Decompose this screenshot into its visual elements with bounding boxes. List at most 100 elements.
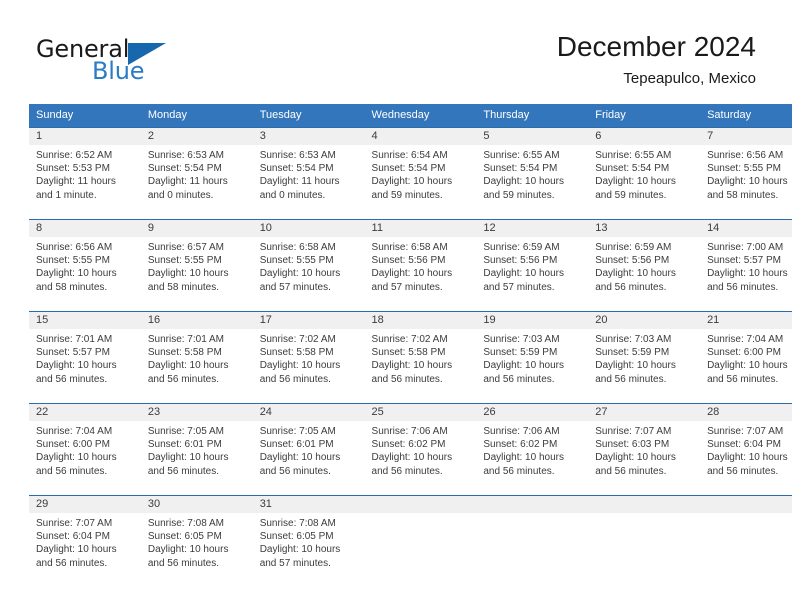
daylight-text-line1: Daylight: 10 hours: [259, 268, 341, 280]
day-details: Sunrise: 6:59 AM Sunset: 5:56 PM Dayligh…: [588, 237, 700, 294]
sunset-text: Sunset: 5:54 PM: [483, 163, 558, 175]
day-cell[interactable]: 6 Sunrise: 6:55 AM Sunset: 5:54 PM Dayli…: [588, 127, 701, 220]
day-details: Sunrise: 7:07 AM Sunset: 6:04 PM Dayligh…: [700, 421, 792, 478]
daylight-text-line2: and 56 minutes.: [595, 373, 667, 385]
day-number: [364, 496, 477, 513]
day-cell[interactable]: 23 Sunrise: 7:05 AM Sunset: 6:01 PM Dayl…: [140, 403, 253, 496]
week-row: 8 Sunrise: 6:56 AM Sunset: 5:55 PM Dayli…: [29, 219, 792, 312]
sunset-text: Sunset: 5:59 PM: [483, 347, 558, 359]
sunrise-text: Sunrise: 6:55 AM: [595, 150, 672, 161]
day-cell[interactable]: 1 Sunrise: 6:52 AM Sunset: 5:53 PM Dayli…: [29, 127, 141, 220]
day-cell[interactable]: 27 Sunrise: 7:07 AM Sunset: 6:03 PM Dayl…: [588, 403, 701, 496]
day-details: Sunrise: 7:03 AM Sunset: 5:59 PM Dayligh…: [588, 329, 700, 386]
sunrise-text: Sunrise: 6:52 AM: [36, 150, 113, 161]
daylight-text-line1: Daylight: 10 hours: [707, 360, 788, 372]
day-cell[interactable]: 8 Sunrise: 6:56 AM Sunset: 5:55 PM Dayli…: [29, 219, 141, 312]
sunset-text: Sunset: 5:57 PM: [707, 255, 781, 267]
weekday-header-friday: Friday: [588, 104, 701, 128]
sunrise-text: Sunrise: 7:06 AM: [483, 426, 560, 437]
sunset-text: Sunset: 6:02 PM: [371, 439, 446, 451]
sunset-text: Sunset: 6:01 PM: [147, 439, 222, 451]
day-number: 4: [364, 128, 477, 145]
daylight-text-line1: Daylight: 10 hours: [147, 452, 229, 464]
day-number: 26: [476, 404, 589, 421]
day-details: [365, 513, 477, 517]
daylight-text-line1: Daylight: 10 hours: [259, 544, 341, 556]
sunrise-text: Sunrise: 6:54 AM: [371, 150, 448, 161]
day-cell[interactable]: 13 Sunrise: 6:59 AM Sunset: 5:56 PM Dayl…: [588, 219, 701, 312]
day-cell[interactable]: 26 Sunrise: 7:06 AM Sunset: 6:02 PM Dayl…: [476, 403, 589, 496]
sunrise-text: Sunrise: 7:08 AM: [147, 518, 224, 529]
sunrise-text: Sunrise: 7:02 AM: [259, 334, 336, 345]
sunrise-text: Sunrise: 6:57 AM: [147, 242, 224, 253]
daylight-text-line2: and 56 minutes.: [707, 373, 779, 385]
day-cell-empty: [476, 495, 589, 587]
daylight-text-line2: and 0 minutes.: [259, 189, 326, 201]
day-cell-empty: [588, 495, 701, 587]
daylight-text-line2: and 56 minutes.: [483, 465, 555, 477]
sunrise-text: Sunrise: 7:01 AM: [36, 334, 113, 345]
day-cell[interactable]: 4 Sunrise: 6:54 AM Sunset: 5:54 PM Dayli…: [364, 127, 477, 220]
day-details: Sunrise: 6:54 AM Sunset: 5:54 PM Dayligh…: [365, 145, 477, 202]
day-cell[interactable]: 5 Sunrise: 6:55 AM Sunset: 5:54 PM Dayli…: [476, 127, 589, 220]
daylight-text-line2: and 56 minutes.: [371, 373, 443, 385]
day-number: 23: [140, 404, 253, 421]
daylight-text-line1: Daylight: 10 hours: [259, 360, 341, 372]
day-number: 3: [252, 128, 365, 145]
day-cell[interactable]: 7 Sunrise: 6:56 AM Sunset: 5:55 PM Dayli…: [700, 127, 792, 220]
day-cell[interactable]: 17 Sunrise: 7:02 AM Sunset: 5:58 PM Dayl…: [252, 311, 365, 404]
day-cell[interactable]: 11 Sunrise: 6:58 AM Sunset: 5:56 PM Dayl…: [364, 219, 477, 312]
day-cell[interactable]: 18 Sunrise: 7:02 AM Sunset: 5:58 PM Dayl…: [364, 311, 477, 404]
daylight-text-line2: and 58 minutes.: [147, 281, 220, 293]
weekday-header-sunday: Sunday: [29, 104, 141, 128]
day-number: [476, 496, 589, 513]
brand-logo[interactable]: General Blue: [36, 36, 256, 88]
daylight-text-line2: and 56 minutes.: [371, 465, 443, 477]
weekday-header-row: Sunday Monday Tuesday Wednesday Thursday…: [29, 104, 792, 128]
day-details: Sunrise: 6:55 AM Sunset: 5:54 PM Dayligh…: [588, 145, 700, 202]
day-details: Sunrise: 6:55 AM Sunset: 5:54 PM Dayligh…: [476, 145, 588, 202]
day-cell[interactable]: 9 Sunrise: 6:57 AM Sunset: 5:55 PM Dayli…: [140, 219, 253, 312]
day-details: Sunrise: 7:08 AM Sunset: 6:05 PM Dayligh…: [141, 513, 253, 570]
day-cell[interactable]: 31 Sunrise: 7:08 AM Sunset: 6:05 PM Dayl…: [252, 495, 365, 587]
day-details: Sunrise: 6:56 AM Sunset: 5:55 PM Dayligh…: [29, 237, 141, 294]
daylight-text-line1: Daylight: 10 hours: [371, 452, 453, 464]
day-details: Sunrise: 7:05 AM Sunset: 6:01 PM Dayligh…: [253, 421, 365, 478]
day-cell[interactable]: 15 Sunrise: 7:01 AM Sunset: 5:57 PM Dayl…: [29, 311, 141, 404]
sunset-text: Sunset: 6:01 PM: [259, 439, 334, 451]
week-row: 15 Sunrise: 7:01 AM Sunset: 5:57 PM Dayl…: [29, 311, 792, 404]
day-cell[interactable]: 21 Sunrise: 7:04 AM Sunset: 6:00 PM Dayl…: [700, 311, 792, 404]
day-cell[interactable]: 12 Sunrise: 6:59 AM Sunset: 5:56 PM Dayl…: [476, 219, 589, 312]
day-cell[interactable]: 10 Sunrise: 6:58 AM Sunset: 5:55 PM Dayl…: [252, 219, 365, 312]
page-title: December 2024: [556, 31, 756, 62]
calendar-table: Sunday Monday Tuesday Wednesday Thursday…: [29, 104, 792, 587]
day-number: 21: [700, 312, 792, 329]
day-details: Sunrise: 6:53 AM Sunset: 5:54 PM Dayligh…: [253, 145, 365, 202]
day-cell[interactable]: 19 Sunrise: 7:03 AM Sunset: 5:59 PM Dayl…: [476, 311, 589, 404]
day-cell[interactable]: 20 Sunrise: 7:03 AM Sunset: 5:59 PM Dayl…: [588, 311, 701, 404]
day-number: 6: [588, 128, 701, 145]
day-cell[interactable]: 22 Sunrise: 7:04 AM Sunset: 6:00 PM Dayl…: [29, 403, 141, 496]
day-details: Sunrise: 6:59 AM Sunset: 5:56 PM Dayligh…: [476, 237, 588, 294]
week-row: 22 Sunrise: 7:04 AM Sunset: 6:00 PM Dayl…: [29, 403, 792, 496]
day-cell[interactable]: 30 Sunrise: 7:08 AM Sunset: 6:05 PM Dayl…: [140, 495, 253, 587]
sunset-text: Sunset: 6:04 PM: [707, 439, 781, 451]
sunset-text: Sunset: 6:04 PM: [36, 531, 110, 543]
day-details: Sunrise: 7:04 AM Sunset: 6:00 PM Dayligh…: [700, 329, 792, 386]
day-details: Sunrise: 7:06 AM Sunset: 6:02 PM Dayligh…: [365, 421, 477, 478]
sunrise-text: Sunrise: 7:04 AM: [707, 334, 784, 345]
day-cell[interactable]: 3 Sunrise: 6:53 AM Sunset: 5:54 PM Dayli…: [252, 127, 365, 220]
day-details: Sunrise: 7:01 AM Sunset: 5:57 PM Dayligh…: [29, 329, 141, 386]
day-cell[interactable]: 2 Sunrise: 6:53 AM Sunset: 5:54 PM Dayli…: [140, 127, 253, 220]
day-cell[interactable]: 16 Sunrise: 7:01 AM Sunset: 5:58 PM Dayl…: [140, 311, 253, 404]
day-cell[interactable]: 24 Sunrise: 7:05 AM Sunset: 6:01 PM Dayl…: [252, 403, 365, 496]
day-cell[interactable]: 14 Sunrise: 7:00 AM Sunset: 5:57 PM Dayl…: [700, 219, 792, 312]
sunrise-text: Sunrise: 7:08 AM: [259, 518, 336, 529]
day-details: Sunrise: 7:04 AM Sunset: 6:00 PM Dayligh…: [29, 421, 141, 478]
week-row: 1 Sunrise: 6:52 AM Sunset: 5:53 PM Dayli…: [29, 127, 792, 220]
sunset-text: Sunset: 6:05 PM: [147, 531, 222, 543]
day-cell[interactable]: 28 Sunrise: 7:07 AM Sunset: 6:04 PM Dayl…: [700, 403, 792, 496]
day-cell[interactable]: 29 Sunrise: 7:07 AM Sunset: 6:04 PM Dayl…: [29, 495, 141, 587]
day-details: Sunrise: 7:08 AM Sunset: 6:05 PM Dayligh…: [253, 513, 365, 570]
day-cell[interactable]: 25 Sunrise: 7:06 AM Sunset: 6:02 PM Dayl…: [364, 403, 477, 496]
